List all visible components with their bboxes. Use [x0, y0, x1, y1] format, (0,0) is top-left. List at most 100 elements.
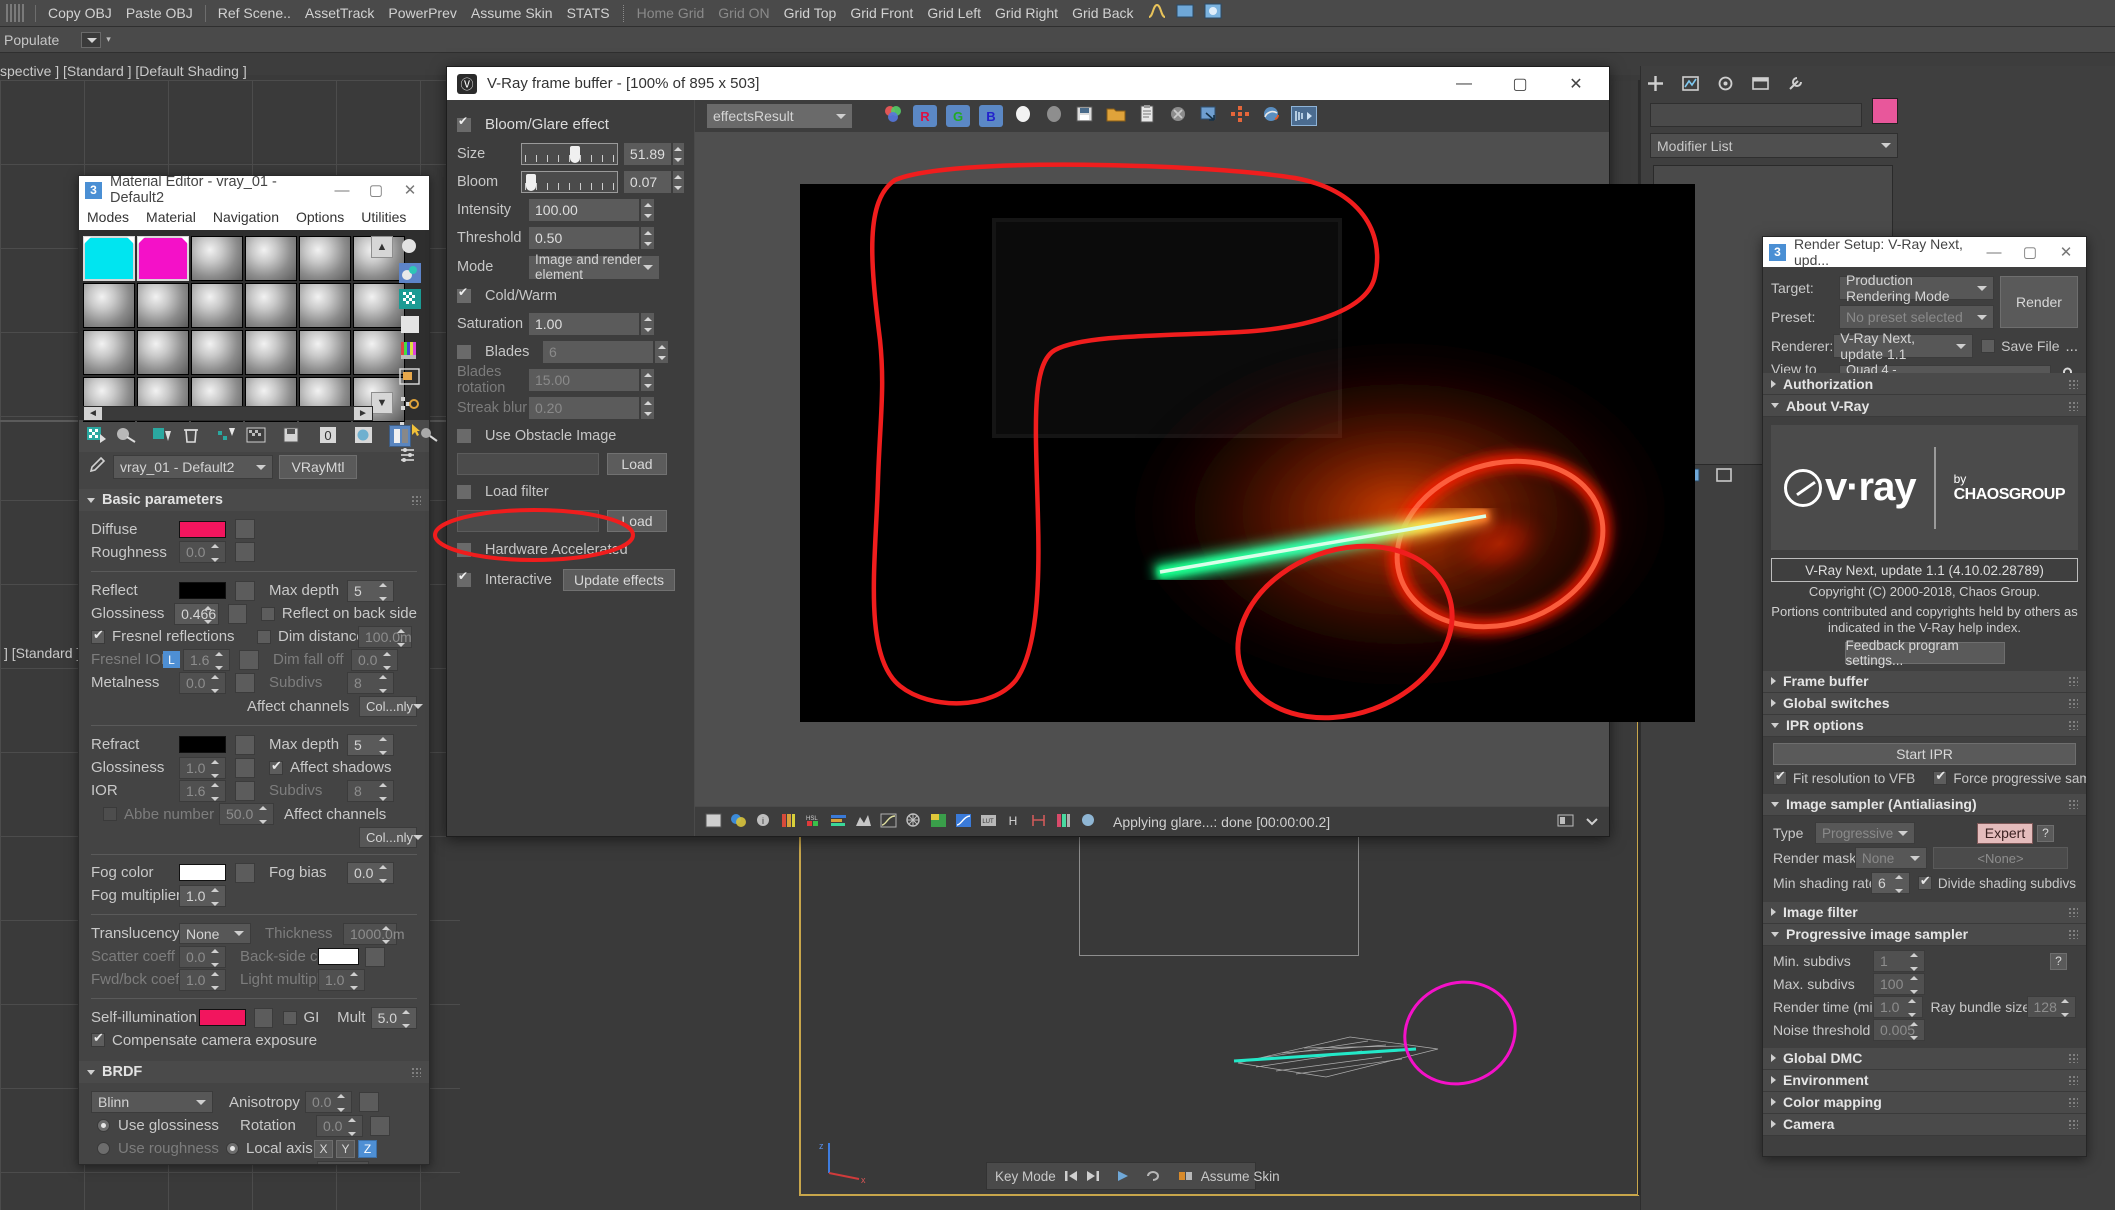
fwdbck-spinner[interactable]: 1.0 — [179, 968, 226, 991]
minimize-icon[interactable]: — — [329, 179, 355, 201]
backside-color-swatch[interactable] — [318, 948, 359, 965]
ior-map-button[interactable] — [235, 780, 255, 801]
min-subdivs-spinner[interactable]: 1 — [1873, 950, 1925, 973]
vfb-toolbar[interactable]: effectsResult R G B — [695, 100, 1609, 132]
command-panel-tabs[interactable] — [1645, 68, 1845, 98]
utilities-tab-icon[interactable] — [1785, 73, 1806, 94]
save-material-icon[interactable] — [281, 425, 303, 447]
create-tab-icon[interactable] — [1645, 73, 1666, 94]
close-icon[interactable]: ✕ — [2052, 240, 2080, 264]
refract-affect-channels-dropdown[interactable]: Col...nly — [359, 826, 423, 848]
scroll-up-icon[interactable]: ▲ — [371, 236, 393, 258]
gi-checkbox[interactable] — [283, 1010, 298, 1025]
lens-effects-icon[interactable] — [1080, 813, 1097, 830]
roughness-map-button[interactable] — [235, 542, 255, 562]
blades-rotation-spinner[interactable] — [641, 369, 654, 391]
save-file-browse-button[interactable]: ... — [2065, 338, 2078, 355]
render-button[interactable]: Render — [2000, 276, 2078, 328]
save-file-checkbox[interactable] — [1981, 339, 1996, 353]
bloom-glare-checkbox[interactable] — [457, 114, 471, 132]
sample-type-icon[interactable] — [398, 237, 424, 259]
material-id-channel-icon[interactable] — [398, 445, 424, 467]
bloom-glare-toggle-icon[interactable] — [1055, 813, 1072, 830]
object-color-swatch[interactable] — [1872, 98, 1898, 124]
reflect-glossiness-spinner[interactable]: 0.466 — [174, 602, 219, 625]
abbe-checkbox[interactable] — [103, 807, 117, 821]
material-slot[interactable] — [245, 236, 297, 281]
rgb-color-icon[interactable] — [882, 104, 904, 128]
rendered-image[interactable] — [800, 184, 1695, 722]
show-pixel-info-icon[interactable] — [1557, 813, 1574, 830]
color-corrections-icon[interactable] — [730, 813, 747, 830]
eyedropper-icon[interactable] — [87, 455, 107, 479]
refract-glossiness-map-button[interactable] — [235, 757, 255, 778]
toolbar-item-stats[interactable]: STATS — [560, 0, 617, 27]
levels-icon[interactable] — [855, 813, 872, 830]
metalness-map-button[interactable] — [235, 672, 255, 693]
compensate-exposure-checkbox[interactable] — [91, 1030, 105, 1047]
material-name-row[interactable]: vray_01 - Default2 VRayMtl — [79, 452, 429, 482]
update-effects-button[interactable]: Update effects — [563, 569, 675, 591]
force-progressive-checkbox[interactable] — [1933, 768, 1948, 786]
reflect-back-side-checkbox[interactable] — [260, 606, 275, 621]
material-slot[interactable] — [191, 283, 243, 328]
vfb-effects-panel[interactable]: Bloom/Glare effect Size 51.89 Bloom 0.07… — [447, 100, 695, 836]
show-in-viewport-icon[interactable] — [245, 425, 267, 447]
motion-tab-icon[interactable] — [1750, 73, 1771, 94]
obstacle-path-field[interactable] — [457, 452, 599, 475]
expert-button[interactable]: Expert — [1977, 822, 2033, 844]
affect-shadows-checkbox[interactable] — [269, 758, 283, 775]
menu-modes[interactable]: Modes — [87, 209, 129, 225]
threshold-spinner[interactable] — [641, 227, 654, 249]
toolbar-item-grid-front[interactable]: Grid Front — [843, 0, 920, 27]
fog-color-swatch[interactable] — [179, 864, 226, 881]
close-icon[interactable]: ✕ — [1553, 67, 1599, 100]
blades-rotation-value[interactable]: 15.00 — [529, 369, 639, 391]
rollout-progressive-sampler[interactable]: Progressive image sampler — [1763, 923, 2086, 946]
green-channel-icon[interactable]: G — [946, 105, 970, 127]
renderer-dropdown[interactable]: V-Ray Next, update 1.1 — [1833, 330, 1974, 362]
key-mode-bar[interactable]: Key Mode Assume Skin — [986, 1162, 1280, 1190]
mono-channel-icon[interactable] — [1043, 104, 1065, 128]
dim-falloff-spinner[interactable]: 0.0 — [351, 648, 398, 671]
obstacle-load-button[interactable]: Load — [607, 452, 667, 475]
image-view-icon[interactable] — [705, 813, 722, 830]
modify-tab-icon[interactable] — [1680, 73, 1701, 94]
backside-map-button[interactable] — [365, 946, 385, 967]
menu-options[interactable]: Options — [296, 209, 344, 225]
fog-multiplier-spinner[interactable]: 1.0 — [179, 884, 226, 907]
fresnel-ior-map-button[interactable] — [239, 649, 259, 670]
selfillum-color-swatch[interactable] — [199, 1009, 246, 1026]
size-value[interactable]: 51.89 — [623, 143, 671, 165]
get-material-icon[interactable] — [86, 425, 108, 447]
material-slot[interactable] — [299, 236, 351, 281]
mode-dropdown[interactable]: Image and render element — [529, 252, 659, 282]
clipboard-icon[interactable] — [1136, 104, 1158, 128]
material-slot[interactable] — [83, 236, 135, 281]
menu-navigation[interactable]: Navigation — [213, 209, 279, 225]
render-setup-rollouts[interactable]: Authorization About V-Ray v·ray by CHAOS… — [1763, 373, 2086, 1156]
show-end-result-icon[interactable] — [389, 425, 411, 447]
curve-icon[interactable] — [880, 813, 897, 830]
slot-scroll-buttons[interactable]: ▲ ▼ — [371, 236, 393, 414]
material-editor-titlebar[interactable]: 3 Material Editor - vray_01 - Default2 —… — [79, 174, 429, 206]
divide-subdivs-checkbox[interactable] — [1917, 873, 1932, 891]
show-map-in-viewport-icon[interactable] — [353, 425, 375, 447]
metalness-spinner[interactable]: 0.0 — [179, 671, 226, 694]
toolbar-item-copy-obj[interactable]: Copy OBJ — [41, 0, 119, 27]
fresnel-checkbox[interactable] — [91, 627, 105, 644]
minimize-icon[interactable]: — — [1441, 67, 1487, 100]
backlight-icon[interactable] — [398, 263, 424, 285]
thickness-spinner[interactable]: 1000.0m — [343, 922, 404, 945]
obstacle-image-checkbox[interactable] — [457, 429, 471, 443]
material-editor-window[interactable]: 3 Material Editor - vray_01 - Default2 —… — [78, 174, 467, 1165]
load-filter-checkbox[interactable] — [457, 485, 471, 499]
axis-z-button[interactable]: Z — [358, 1139, 377, 1158]
scroll-down-icon[interactable]: ▼ — [371, 392, 393, 414]
bloom-slider[interactable] — [520, 171, 618, 193]
material-editor-side-tools[interactable] — [395, 234, 427, 462]
scatter-spinner[interactable]: 0.0 — [179, 945, 226, 968]
hue-shift-icon[interactable] — [930, 813, 947, 830]
menu-utilities[interactable]: Utilities — [361, 209, 406, 225]
material-slot[interactable] — [191, 236, 243, 281]
